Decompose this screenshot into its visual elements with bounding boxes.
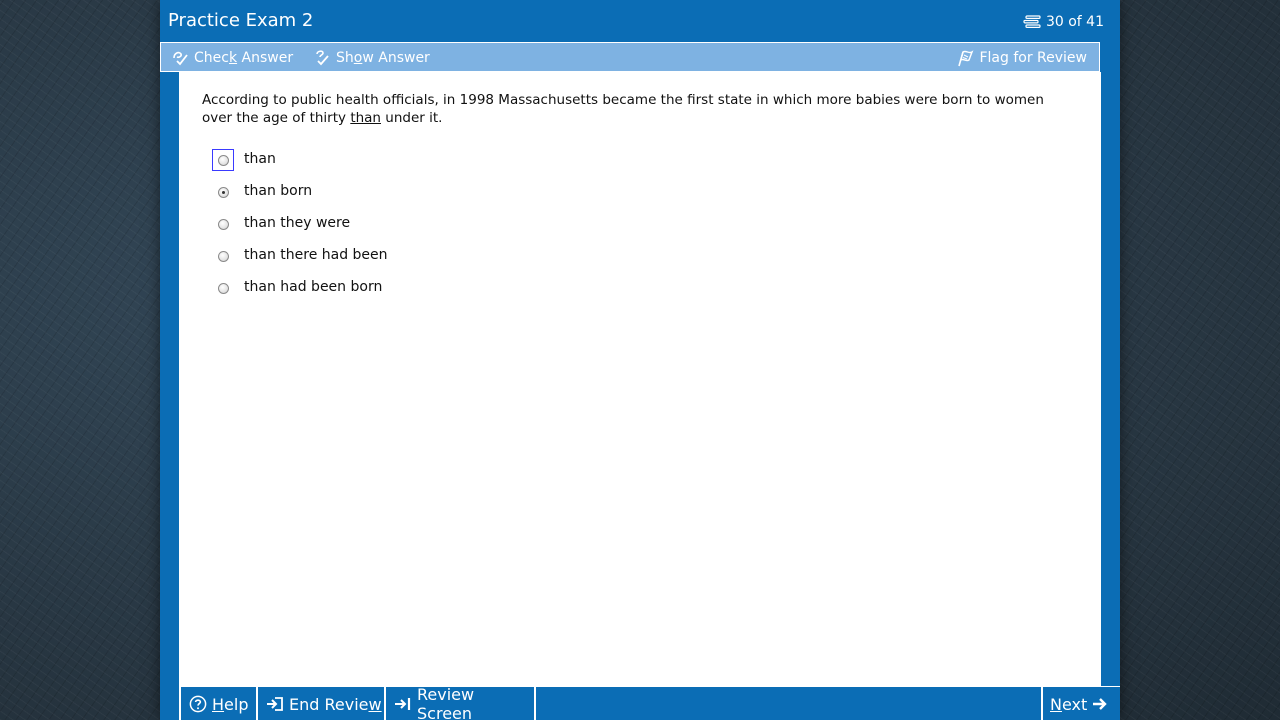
answer-option[interactable]: than had been born	[212, 272, 388, 304]
check-answer-icon	[171, 49, 189, 67]
answer-radio[interactable]	[217, 250, 229, 262]
exam-title: Practice Exam 2	[168, 10, 314, 31]
exam-window: Practice Exam 2 30 of 41 Check Answer Sh…	[160, 0, 1120, 720]
show-answer-button[interactable]: Show Answer	[313, 49, 430, 67]
next-button[interactable]: Next	[1041, 687, 1120, 720]
arrow-right-icon	[1092, 696, 1108, 712]
answer-label: than	[244, 151, 276, 167]
help-label: Help	[212, 694, 249, 714]
radio-focus-box	[212, 277, 234, 299]
answer-label: than born	[244, 183, 313, 199]
answer-radio[interactable]	[217, 218, 229, 230]
end-review-label: End Review	[289, 694, 382, 714]
question-panel: According to public health officials, in…	[179, 72, 1101, 686]
answer-list: than than born than they were than there…	[212, 144, 388, 304]
underlined-phrase: than	[350, 110, 381, 126]
answer-label: than had been born	[244, 279, 383, 295]
toolbar: Check Answer Show Answer Flag for Review	[160, 42, 1100, 72]
answer-option[interactable]: than there had been	[212, 240, 388, 272]
flag-for-review-label: Flag for Review	[979, 50, 1087, 66]
answer-radio[interactable]	[217, 154, 229, 166]
check-answer-button[interactable]: Check Answer	[171, 49, 293, 67]
radio-focus-box	[212, 213, 234, 235]
review-screen-button[interactable]: Review Screen	[384, 685, 536, 720]
help-circle-icon	[189, 695, 207, 713]
radio-focus-box	[212, 149, 234, 171]
answer-label: than they were	[244, 215, 351, 231]
answer-option[interactable]: than born	[212, 176, 388, 208]
review-screen-icon	[394, 695, 412, 713]
answer-radio[interactable]	[217, 282, 229, 294]
show-answer-icon	[313, 49, 331, 67]
radio-focus-box	[212, 245, 234, 267]
answer-radio[interactable]	[217, 186, 229, 198]
answer-option[interactable]: than	[212, 144, 388, 176]
radio-focus-box	[212, 181, 234, 203]
list-icon	[1023, 15, 1041, 29]
end-review-icon	[266, 695, 284, 713]
flag-icon	[956, 49, 974, 67]
flag-for-review-button[interactable]: Flag for Review	[956, 49, 1087, 67]
title-bar: Practice Exam 2 30 of 41	[160, 0, 1120, 42]
end-review-button[interactable]: End Review	[256, 687, 384, 720]
answer-option[interactable]: than they were	[212, 208, 388, 240]
check-answer-label: Check Answer	[194, 50, 294, 66]
question-text: According to public health officials, in…	[202, 92, 1044, 126]
review-screen-label: Review Screen	[417, 685, 475, 720]
help-button[interactable]: Help	[179, 687, 256, 720]
bottom-nav-bar: Help End Review Review Screen Next	[179, 685, 1120, 720]
question-progress: 30 of 41	[1023, 13, 1104, 31]
next-label: Next	[1050, 694, 1088, 714]
answer-label: than there had been	[244, 247, 388, 263]
progress-text: 30 of 41	[1045, 14, 1104, 30]
show-answer-label: Show Answer	[336, 50, 430, 66]
